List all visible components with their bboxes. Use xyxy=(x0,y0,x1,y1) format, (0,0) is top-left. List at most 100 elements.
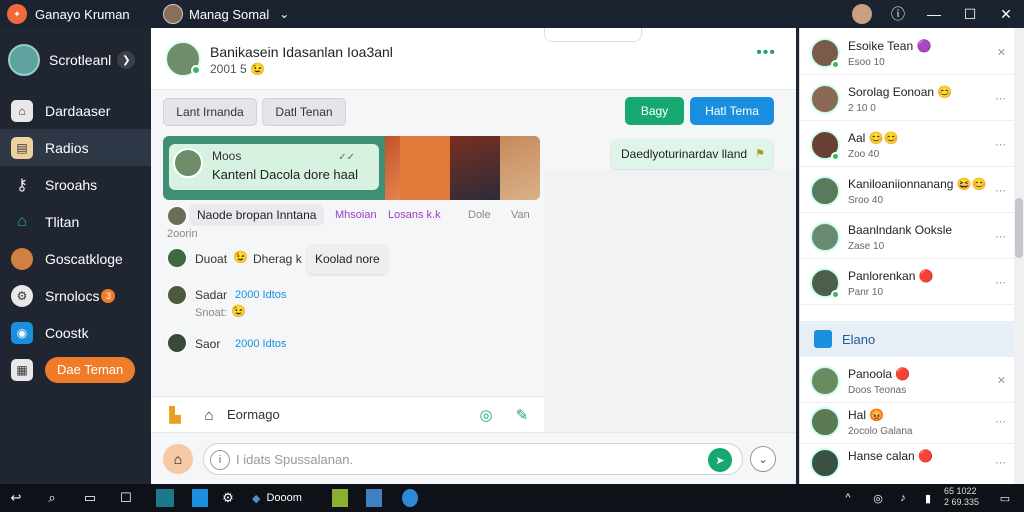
online-indicator xyxy=(831,60,840,69)
volume-icon[interactable]: ♪ xyxy=(895,489,911,507)
more-options-icon[interactable]: ⋯ xyxy=(995,184,1006,197)
card-title: Moos xyxy=(212,149,242,163)
message-link[interactable]: 2000 Idtos xyxy=(235,289,286,301)
close-icon[interactable]: ✕ xyxy=(988,0,1024,28)
app-icon[interactable] xyxy=(156,489,174,507)
message-placeholder: I idats Spussalanan. xyxy=(236,452,354,467)
close-icon[interactable]: ✕ xyxy=(997,374,1006,387)
message-sender: Sadar xyxy=(195,288,228,302)
home-icon[interactable]: ⌂ xyxy=(199,405,219,425)
profile-name: Scrotleanl xyxy=(49,52,112,68)
sidebar-item-settings[interactable]: ⚙ Srnolocs 3 xyxy=(0,277,151,314)
gear-icon[interactable]: ⚙ xyxy=(220,489,236,507)
sidebar-item-people[interactable]: Goscatkloge xyxy=(0,240,151,277)
contact-item[interactable]: Hanse calan 🔴 ⋯ xyxy=(800,442,1014,485)
contact-name: Hal 😡 xyxy=(848,408,885,422)
emoji: 😉 xyxy=(231,304,246,318)
sidebar-item-radios[interactable]: ▤ Radios xyxy=(0,129,151,166)
message-bubble[interactable]: Koolad nore xyxy=(307,244,388,274)
message-link[interactable]: 2000 Idtos xyxy=(235,338,286,350)
pen-icon[interactable]: ✎ xyxy=(512,405,532,425)
chat-subtitle: 2001 5 😉 xyxy=(210,62,265,76)
more-options-icon[interactable]: ••• xyxy=(756,44,776,62)
filter-chip[interactable]: Datl Tenan xyxy=(262,98,346,126)
back-icon[interactable]: ↩ xyxy=(8,489,24,507)
close-icon[interactable]: ✕ xyxy=(997,46,1006,59)
tag-label[interactable]: Mhsoian xyxy=(335,209,377,221)
scrollbar[interactable] xyxy=(1014,28,1024,484)
arrow-right-icon[interactable]: ❯ xyxy=(117,51,136,69)
expand-icon[interactable]: ⌄ xyxy=(750,446,776,472)
app-window: ✦ Ganayo Kruman Manag Somal ⌄ ⓘ — ☐ ✕ Sc… xyxy=(0,0,1024,512)
tag-label[interactable]: Losans k.k xyxy=(388,209,441,221)
more-options-icon[interactable]: ⋯ xyxy=(995,230,1006,243)
avatar xyxy=(8,44,40,76)
chevron-up-icon[interactable]: ^ xyxy=(842,489,854,507)
more-options-icon[interactable]: ⋯ xyxy=(995,456,1006,469)
clock[interactable]: 65 1022 2 69.335 xyxy=(944,486,979,508)
contact-item[interactable]: Esoike Tean 🟣 Esoo 10 ✕ xyxy=(800,32,1014,75)
app-icon[interactable] xyxy=(332,489,348,507)
taskview-icon[interactable]: ▭ xyxy=(82,489,98,507)
sidebar-item-chat[interactable]: ◉ Coostk xyxy=(0,314,151,351)
maximize-icon[interactable]: ☐ xyxy=(952,0,988,28)
image-card[interactable]: Moos Kantenl Dacola dore haal ✓✓ xyxy=(163,136,540,200)
chat-title: Banikasein Idasanlan Ioa3anl xyxy=(210,44,393,60)
camera-icon[interactable]: ◎ xyxy=(476,405,496,425)
help-icon[interactable]: ⓘ xyxy=(880,0,916,28)
action-button-green[interactable]: Bagy xyxy=(625,97,684,125)
message-input[interactable]: i I idats Spussalanan. ➤ xyxy=(203,443,743,475)
search-icon[interactable]: ⌕ xyxy=(44,489,60,507)
network-icon[interactable]: ◎ xyxy=(870,489,886,507)
more-options-icon[interactable]: ⋯ xyxy=(995,415,1006,428)
contact-item[interactable]: Baanlndank Ooksle Zase 10 ⋯ xyxy=(800,216,1014,259)
scroll-handle[interactable] xyxy=(544,28,642,42)
profile-avatar-button[interactable] xyxy=(844,0,880,28)
add-friend-button[interactable]: Dae Teman xyxy=(45,356,136,383)
contact-item[interactable]: Kaniloaniionnanang 😆😊 Sroo 40 ⋯ xyxy=(800,170,1014,213)
more-options-icon[interactable]: ⋯ xyxy=(995,276,1006,289)
sidebar-profile[interactable]: Scrotleanl ❯ xyxy=(0,28,151,92)
minimize-icon[interactable]: — xyxy=(916,0,952,28)
filter-chip[interactable]: Lant Irnanda xyxy=(163,98,257,126)
sidebar-item-dashboard[interactable]: ⌂ Dardaaser xyxy=(0,92,151,129)
app-icon[interactable] xyxy=(366,489,382,507)
sidebar-item-buildings[interactable]: ⌂ Tlitan xyxy=(0,203,151,240)
outgoing-message[interactable]: Daedlyoturinardav lland ⚑ xyxy=(611,139,773,169)
message-time: 2oorin xyxy=(167,228,198,240)
emoji-icon[interactable]: i xyxy=(210,450,230,470)
sidebar-item-cta[interactable]: ▦ Dae Teman xyxy=(0,351,151,388)
contact-item[interactable]: Sorolag Eonoan 😊 2 10 0 ⋯ xyxy=(800,78,1014,121)
toolbar-label[interactable]: Eormago xyxy=(227,407,280,422)
contact-name: Baanlndank Ooksle xyxy=(848,223,953,237)
scroll-thumb[interactable] xyxy=(1015,198,1023,258)
contact-item[interactable]: Aal 😊😊 Zoo 40 ⋯ xyxy=(800,124,1014,167)
notification-icon[interactable]: ▭ xyxy=(996,489,1014,507)
more-options-icon[interactable]: ⋯ xyxy=(995,138,1006,151)
contact-item[interactable]: Panoola 🔴 Doos Teonas ✕ xyxy=(800,360,1014,403)
contact-name: Esoike Tean 🟣 xyxy=(848,39,932,53)
taskbar-app[interactable]: ◆ Dooom xyxy=(252,489,322,507)
avatar xyxy=(810,366,840,396)
action-button-blue[interactable]: Hatl Tema xyxy=(690,97,774,125)
browser-icon[interactable] xyxy=(402,489,418,507)
battery-icon[interactable]: ▮ xyxy=(920,489,936,507)
photo xyxy=(500,136,540,200)
contact-item[interactable]: Hal 😡 2ocolo Galana ⋯ xyxy=(800,401,1014,444)
app-logo-icon: ✦ xyxy=(7,4,27,24)
app-icon[interactable] xyxy=(192,489,208,507)
account-switcher[interactable]: Manag Somal ⌄ xyxy=(163,4,289,24)
contact-item[interactable]: Panlorenkan 🔴 Panr 10 ⋯ xyxy=(800,262,1014,305)
message-bubble[interactable]: Naode bropan Inntana xyxy=(189,204,325,226)
taskbar: ↩ ⌕ ▭ ☐ ⚙ ◆ Dooom ^ ◎ ♪ ▮ 65 1022 2 69.33… xyxy=(0,484,1024,512)
more-options-icon[interactable]: ⋯ xyxy=(995,92,1006,105)
clock-time: 65 1022 xyxy=(944,486,977,496)
section-header[interactable]: Elano xyxy=(800,321,1014,357)
sidebar-item-keys[interactable]: ⚷ Srooahs xyxy=(0,166,151,203)
attach-icon[interactable]: ⌂ xyxy=(163,444,193,474)
contact-status: Panr 10 xyxy=(848,287,884,298)
send-icon[interactable]: ➤ xyxy=(708,448,732,472)
window-icon[interactable]: ☐ xyxy=(118,489,134,507)
contact-status: Sroo 40 xyxy=(848,195,884,206)
bold-icon[interactable]: ▙ xyxy=(165,405,185,425)
